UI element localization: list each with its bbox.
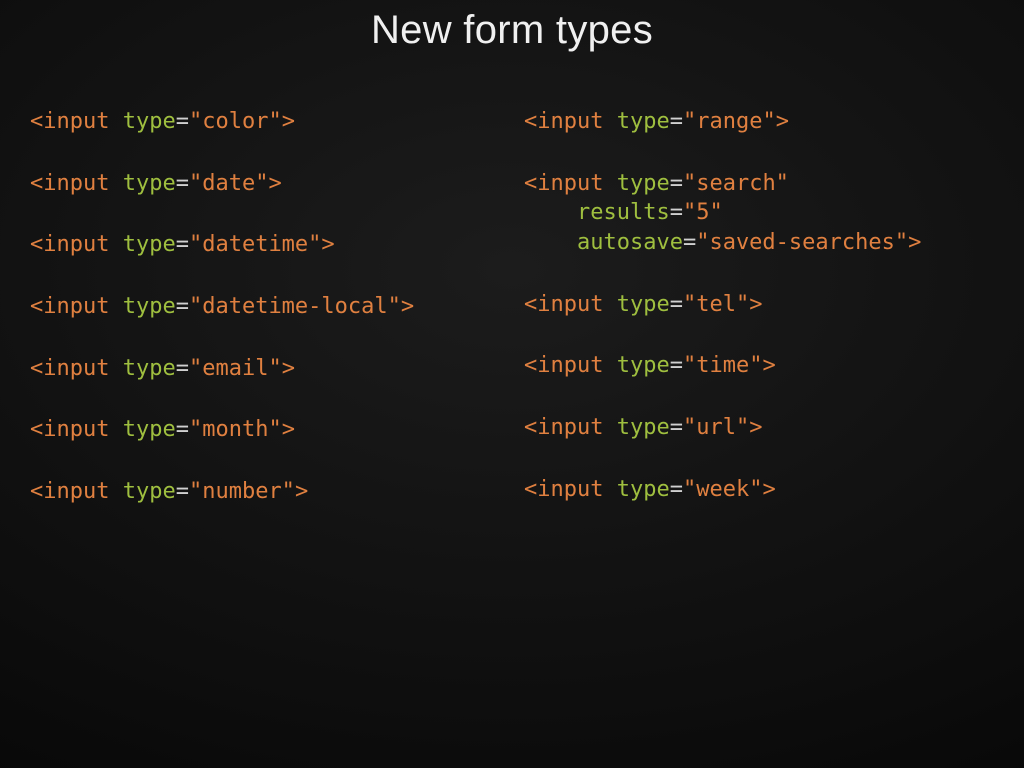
code-snippet: <input type="email"> <box>30 354 500 384</box>
left-column: <input type="color"> <input type="date"> <… <box>30 107 500 539</box>
code-columns: <input type="color"> <input type="date"> <… <box>30 107 994 539</box>
code-snippet: <input type="url"> <box>524 413 994 443</box>
code-snippet: <input type="search" results="5" autosav… <box>524 169 994 258</box>
code-snippet: <input type="datetime-local"> <box>30 292 500 322</box>
code-snippet: <input type="datetime"> <box>30 230 500 260</box>
code-snippet: <input type="month"> <box>30 415 500 445</box>
code-snippet: <input type="week"> <box>524 475 994 505</box>
code-snippet: <input type="color"> <box>30 107 500 137</box>
code-snippet: <input type="time"> <box>524 351 994 381</box>
code-snippet: <input type="tel"> <box>524 290 994 320</box>
code-snippet: <input type="range"> <box>524 107 994 137</box>
slide-title: New form types <box>30 8 994 53</box>
right-column: <input type="range"> <input type="search"… <box>524 107 994 539</box>
code-snippet: <input type="date"> <box>30 169 500 199</box>
code-snippet: <input type="number"> <box>30 477 500 507</box>
slide: New form types <input type="color"><inpu… <box>0 0 1024 768</box>
